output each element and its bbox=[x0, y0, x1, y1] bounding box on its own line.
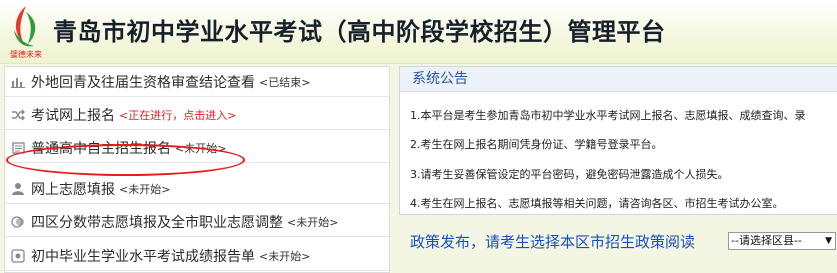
notice-title: 系统公告 bbox=[400, 67, 837, 92]
bar-chart-icon bbox=[5, 67, 31, 97]
page-title: 青岛市初中学业水平考试（高中阶段学校招生）管理平台 bbox=[53, 18, 666, 46]
report-icon bbox=[5, 241, 31, 271]
status-badge: <未开始> bbox=[175, 141, 227, 155]
logo-icon: 璧德未来 bbox=[10, 6, 42, 59]
menu-item-label: 四区分数带志愿填报及全市职业志愿调整 bbox=[31, 214, 283, 231]
district-select[interactable]: --请选择区县-- ▼ bbox=[728, 232, 836, 250]
menu-item-label: 普通高中自主招生报名 bbox=[31, 140, 171, 157]
menu-item-label: 初中毕业生学业水平考试成绩报告单 bbox=[31, 248, 255, 265]
user-icon bbox=[5, 174, 31, 204]
menu-item-score-report[interactable]: 初中毕业生学业水平考试成绩报告单 <未开始> bbox=[5, 241, 389, 271]
status-badge[interactable]: <正在进行，点击进入> bbox=[119, 107, 236, 123]
notice-line: 3.请考生妥善保管设定的平台密码，避免密码泄露造成个人损失。 bbox=[410, 168, 729, 181]
chevron-down-icon: ▼ bbox=[825, 236, 832, 246]
notice-line: 1.本平台是考生参加青岛市初中学业水平考试网上报名、志愿填报、成绩查询、录 bbox=[410, 109, 806, 122]
status-badge: <未开始> bbox=[259, 249, 311, 263]
document-icon bbox=[5, 133, 31, 163]
policy-bar: 政策发布，请考生选择本区市招生政策阅读 --请选择区县-- ▼ bbox=[399, 226, 837, 256]
menu-item-label: 网上志愿填报 bbox=[31, 181, 115, 198]
menu-item-label: 考试网上报名 bbox=[31, 107, 115, 124]
shuffle-icon bbox=[5, 100, 31, 130]
menu-item-score-band-volunteer[interactable]: 四区分数带志愿填报及全市职业志愿调整 <未开始> bbox=[5, 207, 389, 237]
notice-panel: 系统公告 1.本平台是考生参加青岛市初中学业水平考试网上报名、志愿填报、成绩查询… bbox=[399, 66, 837, 215]
menu-item-volunteer-filling[interactable]: 网上志愿填报 <未开始> bbox=[5, 174, 389, 204]
menu-item-autonomous-enrollment[interactable]: 普通高中自主招生报名 <未开始> bbox=[5, 133, 389, 163]
notice-line: 4.考生在网上报名、志愿填报等相关问题，请咨询各区、市招生考试办公室。 bbox=[410, 197, 784, 210]
status-badge: <未开始> bbox=[119, 182, 171, 196]
status-badge: <未开始> bbox=[287, 215, 339, 229]
header-bar: 璧德未来 青岛市初中学业水平考试（高中阶段学校招生）管理平台 bbox=[0, 0, 837, 64]
menu-item-online-registration[interactable]: 考试网上报名 <正在进行，点击进入> bbox=[5, 100, 389, 130]
left-menu-panel: 外地回青及往届生资格审查结论查看 <已结束> 考试网上报名 <正在进行，点击进入… bbox=[4, 66, 390, 273]
status-badge: <已结束> bbox=[259, 75, 311, 89]
menu-item-label: 外地回青及往届生资格审查结论查看 bbox=[31, 74, 255, 91]
copy-icon bbox=[5, 207, 31, 237]
svg-text:璧德未来: 璧德未来 bbox=[10, 49, 42, 59]
notice-line: 2.考生在网上报名期间凭身份证、学籍号登录平台。 bbox=[410, 138, 663, 151]
district-select-value: --请选择区县-- bbox=[731, 234, 802, 247]
policy-heading: 政策发布，请考生选择本区市招生政策阅读 bbox=[410, 233, 696, 251]
menu-item-qualification-review[interactable]: 外地回青及往届生资格审查结论查看 <已结束> bbox=[5, 67, 389, 97]
